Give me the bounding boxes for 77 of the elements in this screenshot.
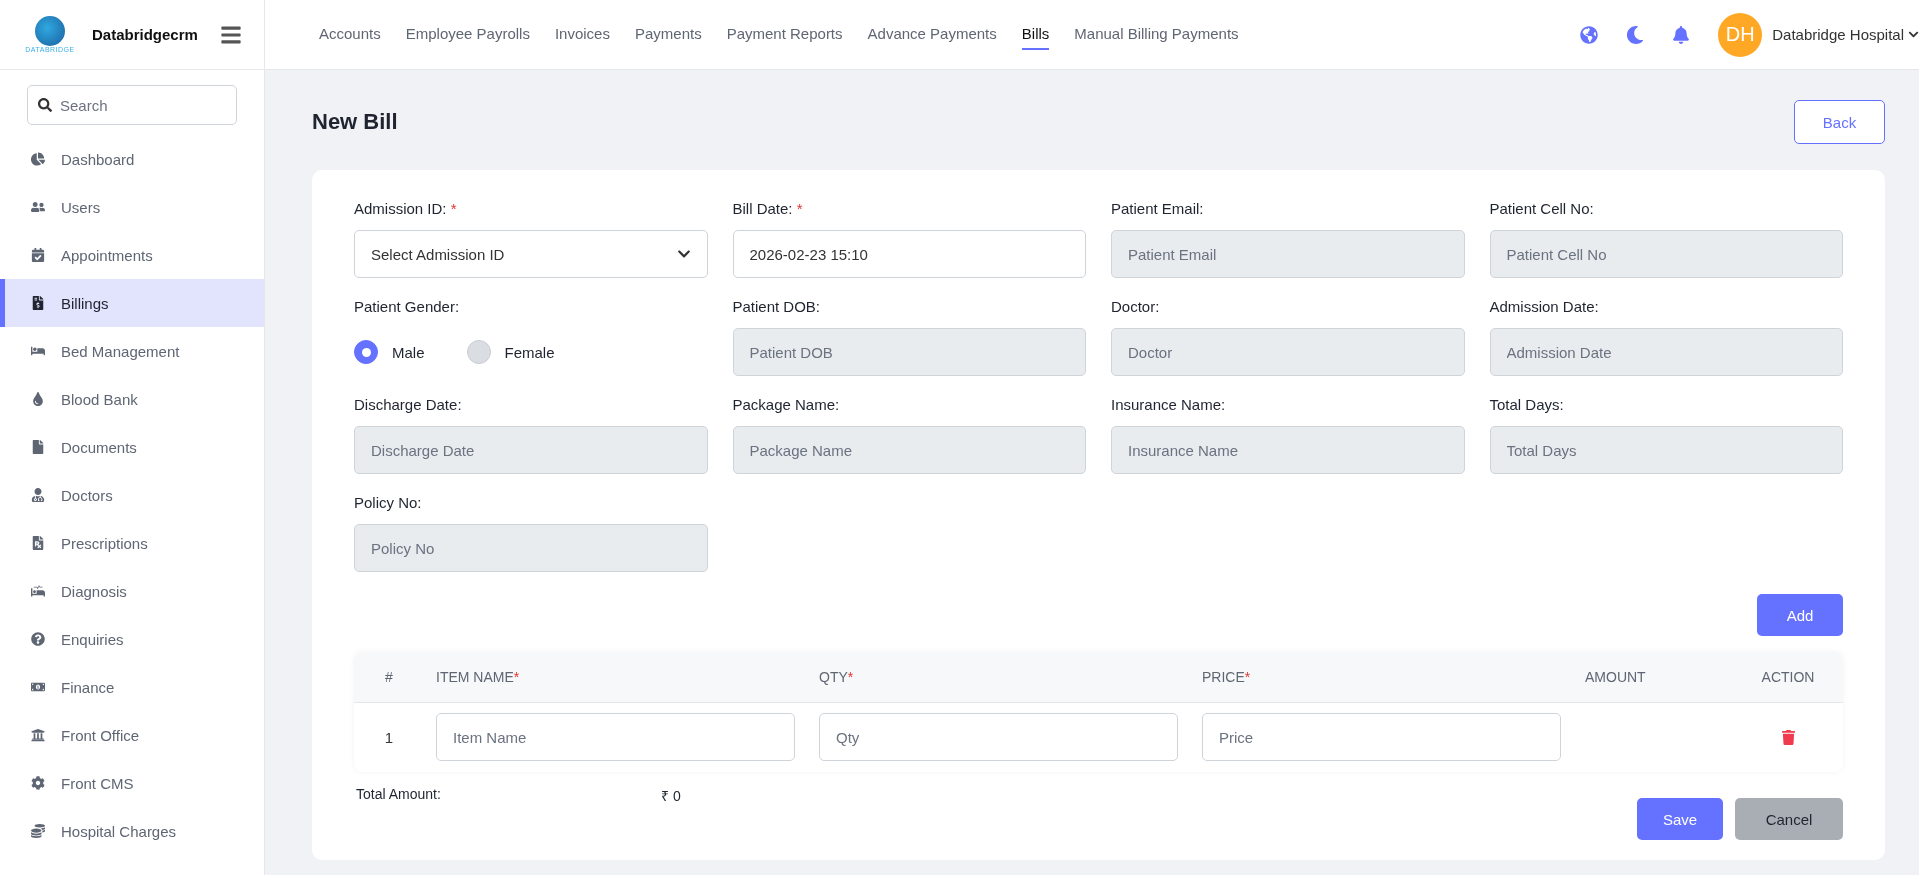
nav-tab[interactable]: Manual Billing Payments <box>1074 19 1239 50</box>
nav-tab[interactable]: Payment Reports <box>726 19 843 50</box>
users-icon <box>31 200 47 214</box>
chevron-down-icon <box>1908 29 1919 40</box>
field-label: Patient Gender: <box>354 298 461 316</box>
delete-icon[interactable] <box>1780 729 1796 745</box>
sidebar-item[interactable]: Enquiries <box>0 615 264 663</box>
coins-icon <box>31 824 47 838</box>
page-title: New Bill <box>312 109 398 135</box>
patient-icon <box>31 584 47 598</box>
field-label: Doctor: <box>1111 298 1161 316</box>
sidebar-item[interactable]: Billings <box>0 279 264 327</box>
moon-icon[interactable] <box>1626 25 1645 44</box>
sidebar-item[interactable]: Finance <box>0 663 264 711</box>
row-number: 1 <box>354 702 424 772</box>
settings-icon <box>31 776 47 790</box>
question-icon <box>31 632 47 646</box>
sidebar-item[interactable]: Hospital Charges <box>0 807 264 855</box>
sidebar-item[interactable]: Prescriptions <box>0 519 264 567</box>
nav-tab[interactable]: Advance Payments <box>867 19 997 50</box>
pie-chart-icon <box>31 152 47 166</box>
sidebar-item[interactable]: Blood Bank <box>0 375 264 423</box>
column-header: AMOUNT <box>1573 652 1733 702</box>
save-button[interactable]: Save <box>1637 798 1723 840</box>
field-label: Insurance Name: <box>1111 396 1227 414</box>
column-header: QTY* <box>807 652 1190 702</box>
column-header: PRICE* <box>1190 652 1573 702</box>
sidebar-item[interactable]: Front CMS <box>0 759 264 807</box>
column-header: ACTION <box>1733 652 1843 702</box>
column-header: # <box>354 652 424 702</box>
nav-tab[interactable]: Invoices <box>554 19 610 50</box>
bell-icon[interactable] <box>1672 25 1691 44</box>
cancel-button[interactable]: Cancel <box>1735 798 1843 840</box>
sidebar-item[interactable]: Appointments <box>0 231 264 279</box>
field-label: Patient Email: <box>1111 200 1205 218</box>
nav-tab[interactable]: Bills <box>1021 19 1050 50</box>
radio-option[interactable]: Male <box>354 340 425 364</box>
globe-icon[interactable] <box>1580 25 1599 44</box>
doctor-icon <box>31 488 47 502</box>
field-label: Admission Date: <box>1489 298 1600 316</box>
input-field[interactable]: Item Name <box>436 713 795 762</box>
field-label: Discharge Date: <box>354 396 463 414</box>
building-icon <box>31 728 47 742</box>
radio-option[interactable]: Female <box>466 340 555 364</box>
money-icon <box>31 680 47 694</box>
sidebar-item[interactable]: Dashboard <box>0 135 264 183</box>
select-field[interactable]: Select Admission ID <box>354 230 708 278</box>
nav-tab[interactable]: Accounts <box>319 19 381 50</box>
sidebar-item[interactable]: Doctors <box>0 471 264 519</box>
sidebar-item[interactable]: Users <box>0 183 264 231</box>
add-button[interactable]: Add <box>1757 594 1843 636</box>
search-field[interactable]: Search <box>27 85 237 125</box>
field-label: Package Name: <box>732 396 841 414</box>
user-menu[interactable]: Databridge Hospital <box>1772 26 1919 43</box>
input-field[interactable]: Price <box>1202 713 1561 762</box>
input-field[interactable]: Qty <box>819 713 1178 762</box>
sidebar-item[interactable]: Bed Management <box>0 327 264 375</box>
back-button[interactable]: Back <box>1794 100 1885 144</box>
sidebar-item[interactable]: Front Office <box>0 711 264 759</box>
field-label: Bill Date: * <box>732 200 804 218</box>
total-value: ₹ 0 <box>661 787 681 805</box>
field-label: Patient DOB: <box>732 298 822 316</box>
nav-tab[interactable]: Employee Payrolls <box>405 19 530 50</box>
sidebar-item[interactable]: Documents <box>0 423 264 471</box>
field-label: Admission ID: * <box>354 200 458 218</box>
field-label: Patient Cell No: <box>1489 200 1595 218</box>
total-label: Total Amount: <box>356 786 442 804</box>
nav-tab[interactable]: Payments <box>634 19 702 50</box>
input-field[interactable]: 2026-02-23 15:10 <box>732 230 1086 278</box>
search-icon <box>38 98 52 112</box>
calendar-icon <box>31 248 47 262</box>
bed-icon <box>31 344 47 358</box>
field-label: Policy No: <box>354 494 423 512</box>
sidebar-item[interactable]: Diagnosis <box>0 567 264 615</box>
field-label: Total Days: <box>1489 396 1565 414</box>
column-header: ITEM NAME* <box>424 652 807 702</box>
brand-name: Databridgecrm <box>92 26 199 43</box>
